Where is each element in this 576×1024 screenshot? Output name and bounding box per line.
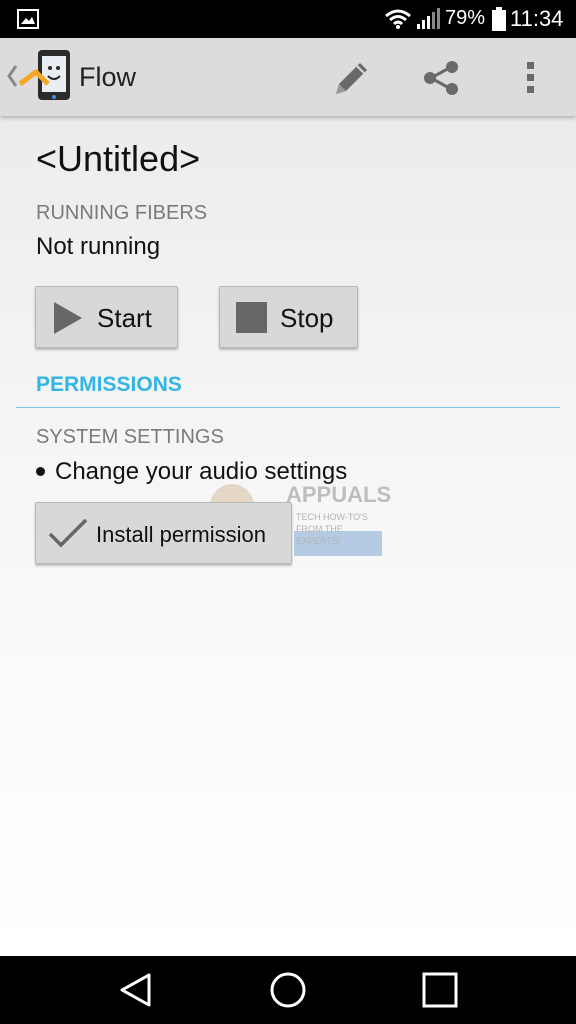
flow-app-icon[interactable] [18,48,74,104]
system-settings-label: SYSTEM SETTINGS [36,426,224,448]
wifi-icon [385,9,411,29]
battery-icon [492,7,506,31]
watermark-brand: APPUALS [286,482,392,507]
install-permission-label: Install permission [96,522,266,547]
share-icon[interactable] [421,58,461,98]
clock: 11:34 [510,6,564,31]
gallery-icon [17,9,39,29]
bullet [36,467,45,476]
battery-percent: 79% [445,7,486,29]
home-icon[interactable] [269,971,307,1009]
stop-button[interactable]: Stop [219,286,358,348]
stop-label: Stop [280,303,334,333]
recents-icon[interactable] [422,972,458,1008]
running-status: Not running [36,233,161,260]
watermark-tagline: TECH HOW-TO'S FROM THE EXPERTS! [296,512,368,546]
status-bar: 79% 11:34 [0,0,576,38]
stop-icon [236,302,267,333]
action-bar: Flow [0,38,576,116]
signal-icon [417,8,440,29]
install-permission-button[interactable]: Install permission [35,502,292,564]
navigation-bar [0,956,576,1024]
running-fibers-label: RUNNING FIBERS [36,202,208,224]
back-icon[interactable] [118,972,154,1008]
flow-name[interactable]: <Untitled> [36,138,200,180]
play-icon [54,302,82,334]
overflow-menu-icon[interactable] [520,58,542,98]
flow-details: <Untitled> RUNNING FIBERS Not running St… [0,116,576,956]
app-title: Flow [79,62,137,92]
up-navigation-icon[interactable] [6,64,18,88]
start-label: Start [97,303,152,333]
start-button[interactable]: Start [35,286,178,348]
edit-icon[interactable] [330,58,372,98]
divider [16,407,560,408]
checkmark-icon [48,518,88,548]
permissions-header: PERMISSIONS [36,373,182,396]
